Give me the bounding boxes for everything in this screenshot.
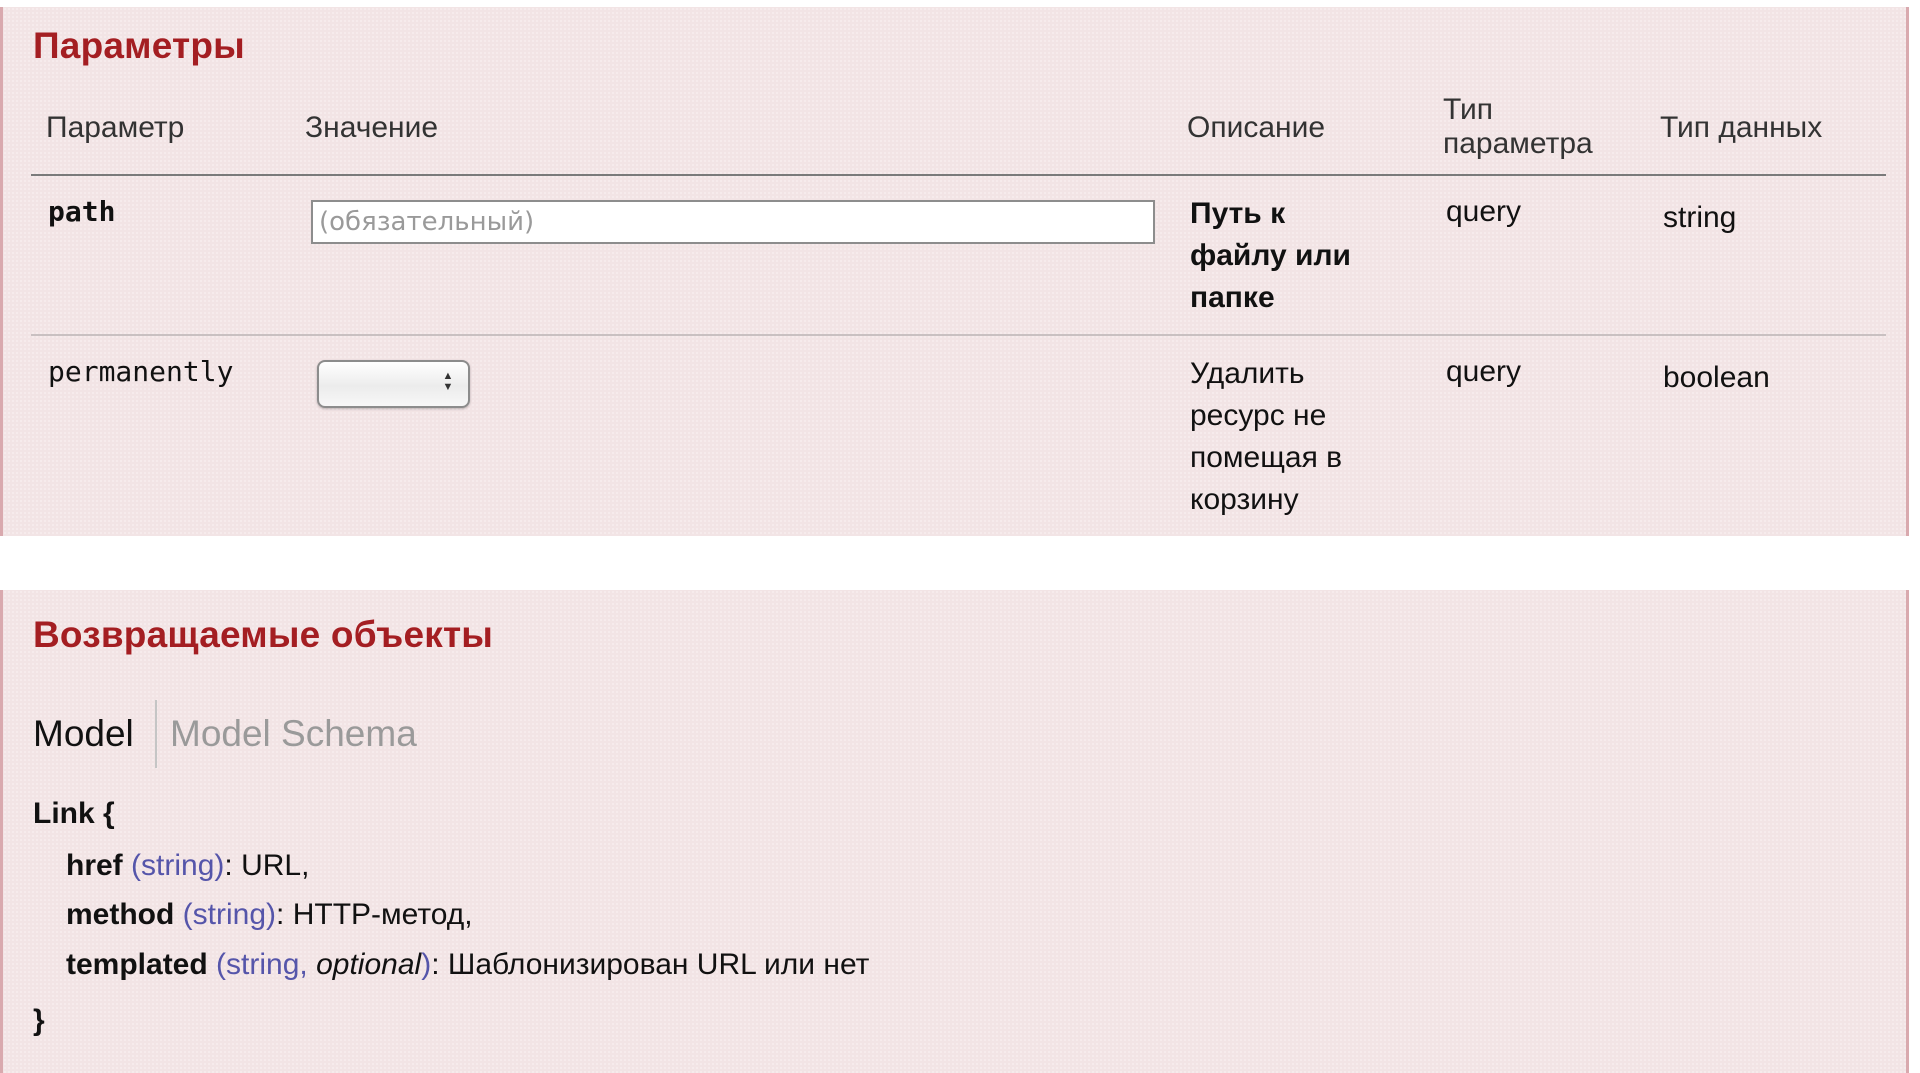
param-description-path: Путь к файлу или папке (1190, 193, 1351, 319)
param-name-permanently: permanently (48, 355, 234, 388)
param-name-path: path (48, 195, 116, 228)
field-optional: optional (316, 948, 422, 981)
column-header-param-type-line2: параметра (1443, 127, 1593, 160)
column-header-data-type: Тип данных (1660, 111, 1823, 144)
tab-model-schema[interactable]: Model Schema (170, 712, 417, 756)
field-name: method (66, 898, 175, 931)
description-line: ресурс не (1190, 399, 1327, 432)
field-type: string (141, 849, 215, 882)
path-input[interactable] (311, 200, 1155, 244)
tab-model[interactable]: Model (33, 712, 134, 756)
column-header-param-type: Тип параметра (1443, 93, 1593, 161)
param-type-path: query (1446, 195, 1522, 228)
description-line: папке (1190, 281, 1275, 314)
column-header-description: Описание (1187, 111, 1326, 144)
field-type: string (226, 948, 300, 981)
field-type: string (192, 898, 267, 931)
response-model-panel: Возвращаемые объекты Model Model Schema … (0, 590, 1909, 1073)
model-field-templated: templated (string, optional): Шаблонизир… (66, 948, 870, 981)
param-type-permanently: query (1446, 355, 1522, 388)
permanently-select[interactable]: ▲ ▼ (317, 360, 470, 408)
field-name: templated (66, 948, 208, 981)
parameters-panel: Параметры Параметр Значение Описание Тип… (0, 7, 1909, 536)
model-open: Link { (33, 796, 115, 832)
model-field-method: method (string): HTTP-метод, (66, 898, 473, 931)
data-type-path: string (1663, 201, 1737, 234)
model-name: Link { (33, 797, 115, 830)
model-close-brace: } (33, 1004, 45, 1037)
response-model-title: Возвращаемые объекты (33, 614, 494, 655)
column-header-parameter: Параметр (46, 111, 185, 144)
select-arrows-icon: ▲ ▼ (442, 370, 454, 393)
description-line: Удалить (1190, 357, 1305, 390)
field-description: URL, (241, 849, 310, 882)
row-divider (31, 334, 1886, 336)
model-close: } (33, 1003, 45, 1039)
header-divider (31, 174, 1886, 176)
parameters-title: Параметры (33, 25, 245, 66)
description-line: файлу или (1190, 239, 1352, 272)
data-type-permanently: boolean (1663, 361, 1770, 394)
param-description-permanently: Удалить ресурс не помещая в корзину (1190, 353, 1342, 521)
description-line: помещая в (1190, 441, 1343, 474)
field-description: HTTP-метод, (292, 898, 473, 931)
field-description: Шаблонизирован URL или нет (447, 948, 870, 981)
column-header-param-type-line1: Тип (1443, 93, 1494, 126)
description-line: корзину (1190, 483, 1299, 516)
column-header-value: Значение (305, 111, 439, 144)
field-name: href (66, 849, 123, 882)
model-field-href: href (string): URL, (66, 849, 310, 882)
tab-divider (155, 700, 157, 768)
description-line: Путь к (1190, 197, 1286, 230)
